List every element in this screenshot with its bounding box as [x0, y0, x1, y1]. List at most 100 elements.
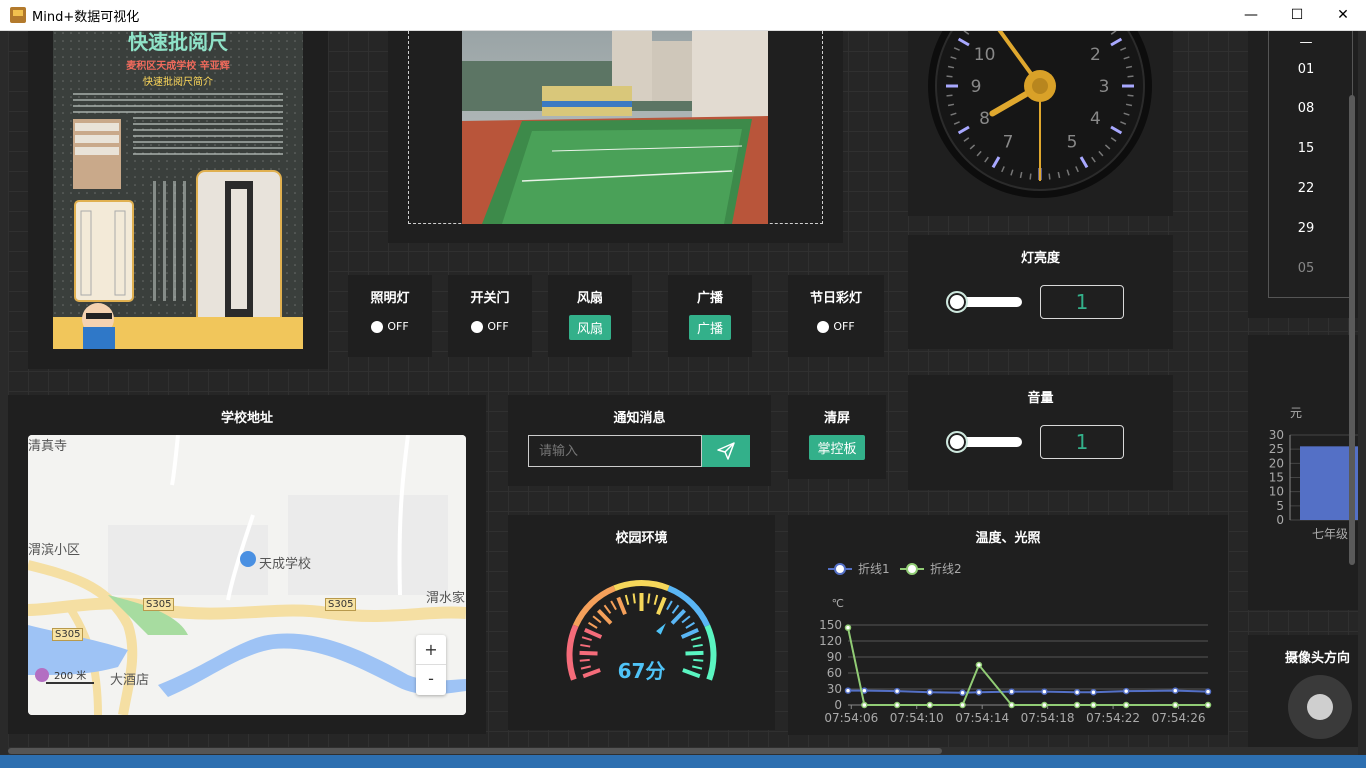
series-point — [975, 688, 983, 696]
map-label-school[interactable]: 天成学校 — [259, 553, 311, 572]
date-list[interactable]: — 01 08 15 22 29 05 — [1268, 31, 1353, 298]
scrollbar-thumb[interactable] — [1349, 95, 1355, 565]
legend-marker — [834, 563, 846, 575]
gauge-tick — [681, 615, 691, 624]
bar-y-tick: 5 — [1276, 499, 1284, 513]
gauge-tick — [656, 596, 667, 615]
series-point — [893, 701, 901, 709]
clock-number: 8 — [979, 109, 990, 129]
map-view[interactable]: 清真寺 渭滨小区 天成学校 渭水家 S305 S305 S305 大酒店 200… — [28, 435, 466, 715]
series-point — [1008, 701, 1015, 709]
minimize-button[interactable]: — — [1228, 0, 1274, 31]
maximize-button[interactable]: ☐ — [1274, 0, 1320, 31]
switch-label: 风扇 — [576, 291, 603, 306]
lighting-toggle[interactable]: OFF — [348, 320, 432, 333]
environment-panel: 校园环境 67分 — [508, 515, 775, 730]
scrollbar-thumb[interactable] — [8, 748, 942, 754]
gauge-tick — [692, 643, 703, 648]
switch-fan: 风扇 风扇 — [548, 275, 632, 357]
y-tick-label: 150 — [819, 618, 842, 632]
clock-number: 2 — [1090, 45, 1101, 65]
bar-category-label: 七年级 — [1312, 527, 1348, 541]
toggle-state: OFF — [833, 320, 855, 333]
clear-screen-title: 清屏 — [823, 411, 850, 426]
photo-panel — [388, 31, 843, 243]
map-label-hotel: 大酒店 — [110, 673, 150, 688]
date-item[interactable]: 22 — [1269, 181, 1343, 196]
date-item[interactable]: 05 — [1269, 261, 1343, 276]
series-point — [1008, 688, 1015, 695]
clock-number: 5 — [1067, 132, 1078, 152]
clock-number: 3 — [1099, 77, 1110, 97]
broadcast-button[interactable]: 广播 — [688, 315, 731, 340]
y-tick-label: 30 — [827, 682, 842, 696]
clock-tick — [1029, 173, 1032, 180]
line-chart: 折线1 折线2 ℃ 150 120 90 60 30 007:54:06 07:54:10 07:5… — [819, 561, 1212, 725]
switch-label: 开关门 — [470, 291, 510, 306]
x-tick-label: 07:54:06 — [824, 711, 878, 725]
brightness-value[interactable]: 1 — [1040, 285, 1124, 319]
date-item[interactable]: 08 — [1269, 101, 1343, 116]
series-point — [926, 688, 934, 696]
gauge-score: 67分 — [617, 659, 666, 683]
gauge-tick — [581, 636, 592, 642]
date-item[interactable]: 01 — [1269, 62, 1343, 77]
send-button[interactable] — [702, 435, 750, 467]
close-button[interactable]: ✕ — [1320, 0, 1366, 31]
x-tick-label: 07:54:22 — [1086, 711, 1140, 725]
gauge-tick — [603, 604, 612, 614]
date-item[interactable]: 15 — [1269, 141, 1343, 156]
notify-input[interactable] — [528, 435, 702, 467]
volume-panel: 音量 1 — [908, 375, 1173, 490]
series-point — [959, 701, 966, 709]
clock-number: 10 — [974, 45, 996, 65]
brightness-slider-thumb[interactable] — [946, 291, 968, 313]
series-point — [1090, 701, 1097, 709]
joystick-knob[interactable] — [1307, 694, 1333, 720]
bar-chart: 元 302520151050 七年级 — [1269, 406, 1358, 541]
map-zoom-control: + - — [416, 635, 446, 695]
volume-value[interactable]: 1 — [1040, 425, 1124, 459]
bar-y-tick: 25 — [1269, 442, 1284, 456]
date-item[interactable]: — — [1269, 35, 1343, 50]
bar-y-tick: 30 — [1269, 428, 1284, 442]
clear-screen-panel: 清屏 掌控板 — [788, 395, 886, 479]
clock-number: 7 — [1003, 132, 1014, 152]
notify-title: 通知消息 — [613, 411, 666, 426]
clock-tick — [946, 94, 953, 97]
door-toggle[interactable]: OFF — [448, 320, 532, 333]
vertical-scrollbar[interactable] — [1346, 40, 1356, 580]
series-point — [1204, 701, 1212, 709]
bar-y-tick: 0 — [1276, 513, 1284, 527]
fan-button[interactable]: 风扇 — [568, 315, 611, 340]
clock-tick — [946, 75, 953, 78]
toggle-state: OFF — [487, 320, 509, 333]
x-tick-label: 07:54:18 — [1021, 711, 1075, 725]
festival-lights-toggle[interactable]: OFF — [788, 320, 884, 333]
toggle-knob — [817, 320, 830, 333]
window-titlebar: Mind+数据可视化 — ☐ ✕ — [0, 0, 1366, 31]
clear-screen-button[interactable]: 掌控板 — [809, 435, 865, 460]
school-photo — [462, 31, 768, 224]
legend-label: 折线1 — [858, 561, 890, 576]
taskbar-strip — [0, 755, 1366, 768]
road-label: S305 — [143, 598, 175, 611]
clock-center-cap — [1032, 78, 1048, 94]
switch-broadcast: 广播 广播 — [668, 275, 752, 357]
send-icon — [717, 442, 735, 460]
series-point — [926, 701, 934, 709]
series-point — [1172, 701, 1179, 709]
horizontal-scrollbar[interactable] — [8, 747, 1358, 755]
map-title: 学校地址 — [220, 411, 273, 426]
volume-slider-thumb[interactable] — [946, 431, 968, 453]
chart-title: 温度、光照 — [975, 531, 1041, 546]
map-zoom-out-button[interactable]: - — [416, 665, 446, 695]
camera-joystick[interactable] — [1288, 675, 1352, 739]
series-point — [1122, 687, 1130, 695]
poster-heading: 快速批阅尺 — [128, 31, 228, 54]
camera-panel: 摄像头方向 — [1248, 635, 1358, 755]
brightness-panel: 灯亮度 1 — [908, 235, 1173, 349]
map-zoom-in-button[interactable]: + — [416, 635, 446, 665]
date-item[interactable]: 29 — [1269, 221, 1343, 236]
gauge-tick — [616, 596, 627, 615]
